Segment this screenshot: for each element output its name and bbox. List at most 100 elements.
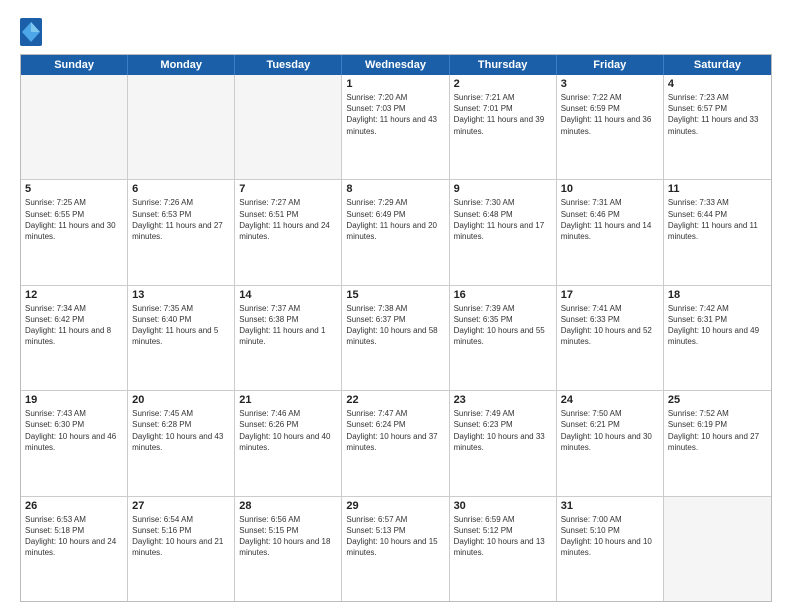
empty-cell-0-2: [235, 75, 342, 179]
day-cell-14: 14Sunrise: 7:37 AM Sunset: 6:38 PM Dayli…: [235, 286, 342, 390]
calendar-week-2: 5 Sunrise: 7:25 AM Sunset: 6:55 PM Daylig…: [21, 179, 771, 284]
cell-info: Sunrise: 7:34 AM Sunset: 6:42 PM Dayligh…: [25, 303, 123, 348]
day-number: 28: [239, 500, 337, 512]
cell-info: Sunrise: 7:25 AM Sunset: 6:55 PM Dayligh…: [25, 197, 123, 242]
day-cell-29: 29 Sunrise: 6:57 AM Sunset: 5:13 PM Dayli…: [342, 497, 449, 601]
day-cell-20: 20 Sunrise: 7:45 AM Sunset: 6:28 PM Dayli…: [128, 391, 235, 495]
header-day-sunday: Sunday: [21, 55, 128, 75]
header: [20, 18, 772, 46]
header-day-tuesday: Tuesday: [235, 55, 342, 75]
cell-info: Sunrise: 6:57 AM Sunset: 5:13 PM Dayligh…: [346, 514, 444, 559]
day-cell-27: 27 Sunrise: 6:54 AM Sunset: 5:16 PM Dayli…: [128, 497, 235, 601]
cell-info: Sunrise: 7:46 AM Sunset: 6:26 PM Dayligh…: [239, 408, 337, 453]
day-number: 7: [239, 183, 337, 195]
day-number: 2: [454, 78, 552, 90]
day-number: 30: [454, 500, 552, 512]
day-number: 8: [346, 183, 444, 195]
cell-info: Sunrise: 7:43 AM Sunset: 6:30 PM Dayligh…: [25, 408, 123, 453]
calendar-header: SundayMondayTuesdayWednesdayThursdayFrid…: [21, 55, 771, 75]
day-cell-8: 8 Sunrise: 7:29 AM Sunset: 6:49 PM Daylig…: [342, 180, 449, 284]
cell-info: Sunrise: 7:29 AM Sunset: 6:49 PM Dayligh…: [346, 197, 444, 242]
cell-info: Sunrise: 6:54 AM Sunset: 5:16 PM Dayligh…: [132, 514, 230, 559]
empty-cell-4-6: [664, 497, 771, 601]
cell-info: Sunrise: 7:00 AM Sunset: 5:10 PM Dayligh…: [561, 514, 659, 559]
header-day-monday: Monday: [128, 55, 235, 75]
day-cell-2: 2 Sunrise: 7:21 AM Sunset: 7:01 PM Daylig…: [450, 75, 557, 179]
day-number: 15: [346, 289, 444, 301]
logo: [20, 18, 46, 46]
day-number: 24: [561, 394, 659, 406]
cell-info: Sunrise: 7:38 AM Sunset: 6:37 PM Dayligh…: [346, 303, 444, 348]
empty-cell-0-0: [21, 75, 128, 179]
cell-info: Sunrise: 6:53 AM Sunset: 5:18 PM Dayligh…: [25, 514, 123, 559]
cell-info: Sunrise: 6:59 AM Sunset: 5:12 PM Dayligh…: [454, 514, 552, 559]
day-number: 10: [561, 183, 659, 195]
logo-icon: [20, 18, 42, 46]
cell-info: Sunrise: 7:50 AM Sunset: 6:21 PM Dayligh…: [561, 408, 659, 453]
cell-info: Sunrise: 7:47 AM Sunset: 6:24 PM Dayligh…: [346, 408, 444, 453]
day-number: 20: [132, 394, 230, 406]
day-cell-17: 17Sunrise: 7:41 AM Sunset: 6:33 PM Dayli…: [557, 286, 664, 390]
calendar: SundayMondayTuesdayWednesdayThursdayFrid…: [20, 54, 772, 602]
day-cell-1: 1Sunrise: 7:20 AM Sunset: 7:03 PM Daylig…: [342, 75, 449, 179]
day-cell-3: 3Sunrise: 7:22 AM Sunset: 6:59 PM Daylig…: [557, 75, 664, 179]
day-number: 12: [25, 289, 123, 301]
cell-info: Sunrise: 7:23 AM Sunset: 6:57 PM Dayligh…: [668, 92, 767, 137]
day-cell-5: 5 Sunrise: 7:25 AM Sunset: 6:55 PM Daylig…: [21, 180, 128, 284]
day-cell-13: 13 Sunrise: 7:35 AM Sunset: 6:40 PM Dayli…: [128, 286, 235, 390]
cell-info: Sunrise: 7:21 AM Sunset: 7:01 PM Dayligh…: [454, 92, 552, 137]
day-cell-31: 31 Sunrise: 7:00 AM Sunset: 5:10 PM Dayli…: [557, 497, 664, 601]
day-number: 4: [668, 78, 767, 90]
day-cell-30: 30 Sunrise: 6:59 AM Sunset: 5:12 PM Dayli…: [450, 497, 557, 601]
calendar-week-4: 19Sunrise: 7:43 AM Sunset: 6:30 PM Dayli…: [21, 390, 771, 495]
day-number: 31: [561, 500, 659, 512]
day-cell-16: 16Sunrise: 7:39 AM Sunset: 6:35 PM Dayli…: [450, 286, 557, 390]
cell-info: Sunrise: 7:42 AM Sunset: 6:31 PM Dayligh…: [668, 303, 767, 348]
header-day-saturday: Saturday: [664, 55, 771, 75]
day-number: 23: [454, 394, 552, 406]
day-cell-22: 22 Sunrise: 7:47 AM Sunset: 6:24 PM Dayli…: [342, 391, 449, 495]
day-number: 13: [132, 289, 230, 301]
empty-cell-0-1: [128, 75, 235, 179]
day-number: 18: [668, 289, 767, 301]
day-cell-10: 10 Sunrise: 7:31 AM Sunset: 6:46 PM Dayli…: [557, 180, 664, 284]
page: SundayMondayTuesdayWednesdayThursdayFrid…: [0, 0, 792, 612]
day-cell-11: 11 Sunrise: 7:33 AM Sunset: 6:44 PM Dayli…: [664, 180, 771, 284]
day-cell-12: 12 Sunrise: 7:34 AM Sunset: 6:42 PM Dayli…: [21, 286, 128, 390]
day-number: 5: [25, 183, 123, 195]
cell-info: Sunrise: 7:30 AM Sunset: 6:48 PM Dayligh…: [454, 197, 552, 242]
day-cell-19: 19Sunrise: 7:43 AM Sunset: 6:30 PM Dayli…: [21, 391, 128, 495]
cell-info: Sunrise: 7:37 AM Sunset: 6:38 PM Dayligh…: [239, 303, 337, 348]
day-cell-21: 21Sunrise: 7:46 AM Sunset: 6:26 PM Dayli…: [235, 391, 342, 495]
day-cell-26: 26Sunrise: 6:53 AM Sunset: 5:18 PM Dayli…: [21, 497, 128, 601]
header-day-thursday: Thursday: [450, 55, 557, 75]
day-cell-7: 7 Sunrise: 7:27 AM Sunset: 6:51 PM Daylig…: [235, 180, 342, 284]
cell-info: Sunrise: 7:52 AM Sunset: 6:19 PM Dayligh…: [668, 408, 767, 453]
day-number: 3: [561, 78, 659, 90]
calendar-body: 1Sunrise: 7:20 AM Sunset: 7:03 PM Daylig…: [21, 75, 771, 601]
day-cell-4: 4 Sunrise: 7:23 AM Sunset: 6:57 PM Daylig…: [664, 75, 771, 179]
day-number: 29: [346, 500, 444, 512]
calendar-week-1: 1Sunrise: 7:20 AM Sunset: 7:03 PM Daylig…: [21, 75, 771, 179]
cell-info: Sunrise: 7:35 AM Sunset: 6:40 PM Dayligh…: [132, 303, 230, 348]
day-number: 6: [132, 183, 230, 195]
day-cell-28: 28Sunrise: 6:56 AM Sunset: 5:15 PM Dayli…: [235, 497, 342, 601]
cell-info: Sunrise: 7:45 AM Sunset: 6:28 PM Dayligh…: [132, 408, 230, 453]
calendar-week-5: 26Sunrise: 6:53 AM Sunset: 5:18 PM Dayli…: [21, 496, 771, 601]
header-day-wednesday: Wednesday: [342, 55, 449, 75]
day-number: 27: [132, 500, 230, 512]
cell-info: Sunrise: 7:26 AM Sunset: 6:53 PM Dayligh…: [132, 197, 230, 242]
header-day-friday: Friday: [557, 55, 664, 75]
day-number: 11: [668, 183, 767, 195]
day-number: 22: [346, 394, 444, 406]
cell-info: Sunrise: 7:27 AM Sunset: 6:51 PM Dayligh…: [239, 197, 337, 242]
day-number: 16: [454, 289, 552, 301]
cell-info: Sunrise: 7:20 AM Sunset: 7:03 PM Dayligh…: [346, 92, 444, 137]
day-cell-6: 6 Sunrise: 7:26 AM Sunset: 6:53 PM Daylig…: [128, 180, 235, 284]
day-number: 25: [668, 394, 767, 406]
day-cell-9: 9 Sunrise: 7:30 AM Sunset: 6:48 PM Daylig…: [450, 180, 557, 284]
day-number: 17: [561, 289, 659, 301]
cell-info: Sunrise: 7:33 AM Sunset: 6:44 PM Dayligh…: [668, 197, 767, 242]
day-number: 9: [454, 183, 552, 195]
cell-info: Sunrise: 7:31 AM Sunset: 6:46 PM Dayligh…: [561, 197, 659, 242]
